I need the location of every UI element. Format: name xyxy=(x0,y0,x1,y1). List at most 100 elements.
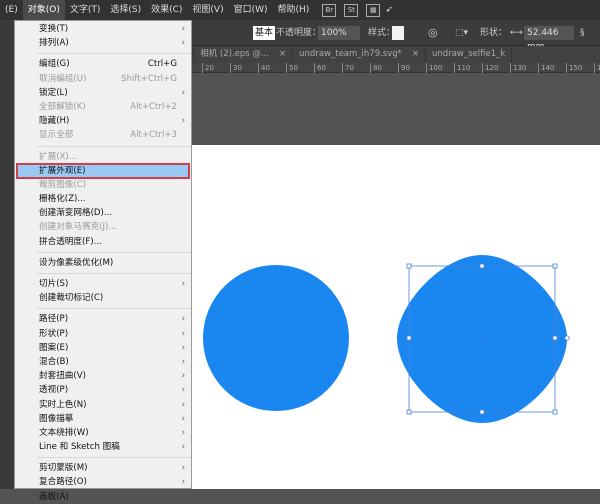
menu-5[interactable]: 视图(V) xyxy=(187,0,228,20)
menu-item[interactable]: 切片(S) › xyxy=(15,277,191,291)
menu-item-label: 创建渐变网格(D)... xyxy=(39,208,113,219)
menu-3[interactable]: 选择(S) xyxy=(105,0,146,20)
menu-7[interactable]: 帮助(H) xyxy=(273,0,315,20)
menu-6[interactable]: 窗口(W) xyxy=(229,0,273,20)
menu-item[interactable]: 栅格化(Z)... xyxy=(15,192,191,206)
menu-2[interactable]: 文字(T) xyxy=(65,0,106,20)
document-tab[interactable]: undraw_team_ih79.svg* × xyxy=(293,46,427,63)
menu-1[interactable]: 对象(O) xyxy=(22,0,65,20)
menu-item-label: 路径(P) xyxy=(39,314,69,325)
menu-item[interactable]: 路径(P) › xyxy=(15,312,191,326)
menu-item[interactable]: 图像描摹 › xyxy=(15,412,191,426)
menu-4[interactable]: 效果(C) xyxy=(146,0,187,20)
menu-item[interactable]: 创建渐变网格(D)... xyxy=(15,206,191,220)
document-tab[interactable]: undraw_selfie1_k xyxy=(426,46,513,63)
ruler-tick: 120 xyxy=(482,63,498,73)
chevron-right-icon: › xyxy=(181,87,185,98)
artboard[interactable] xyxy=(192,145,600,489)
send-icon[interactable]: ➶ xyxy=(380,0,398,20)
app-icon-2[interactable]: ▦ xyxy=(366,3,381,17)
menu-0[interactable]: (E) xyxy=(0,0,23,20)
menu-item[interactable]: 封套扭曲(V) › xyxy=(15,369,191,383)
menu-item[interactable]: 裁剪图像(C) xyxy=(15,178,191,192)
menu-item-label: 拼合透明度(F)... xyxy=(39,236,102,247)
menu-item[interactable]: 锁定(L) › xyxy=(15,86,191,100)
circle-shape[interactable] xyxy=(203,265,349,411)
app-icon-0[interactable]: Br xyxy=(322,3,337,17)
menu-item[interactable]: 排列(A) › xyxy=(15,36,191,50)
menu-item[interactable]: 隐藏(H) › xyxy=(15,114,191,128)
ruler-tick: 150 xyxy=(566,63,582,73)
close-icon[interactable]: × xyxy=(412,49,419,59)
menu-item[interactable]: 编组(G) Ctrl+G xyxy=(15,57,191,71)
ruler-tick: 160 xyxy=(594,63,600,73)
menu-item-label: 裁剪图像(C) xyxy=(39,179,87,190)
menu-item[interactable]: 显示全部 Alt+Ctrl+3 xyxy=(15,128,191,142)
ruler-tick: 60 xyxy=(314,63,326,73)
menu-item[interactable]: 实时上色(N) › xyxy=(15,398,191,412)
stroke-profile[interactable]: 基本 xyxy=(253,26,276,40)
menu-separator xyxy=(37,273,191,274)
document-tab[interactable]: 相机 (2).eps @... × xyxy=(194,46,294,63)
menu-item[interactable]: 形状(P) › xyxy=(15,327,191,341)
chevron-right-icon: › xyxy=(181,427,185,438)
tab-label: 相机 (2).eps @... xyxy=(200,49,270,59)
ruler-tick: 80 xyxy=(370,63,382,73)
recolor-icon[interactable]: ◎ xyxy=(428,26,438,40)
menu-item-shortcut: Alt+Ctrl+3 xyxy=(130,130,177,141)
menu-item[interactable]: 拼合透明度(F)... xyxy=(15,235,191,249)
menu-item[interactable]: 变换(T) › xyxy=(15,22,191,36)
menu-item-label: 变换(T) xyxy=(39,24,69,34)
menu-separator xyxy=(37,145,191,147)
opacity-input[interactable]: 100% xyxy=(318,26,360,40)
style-swatch[interactable] xyxy=(392,26,404,40)
menu-item-label: 文本绕排(W) xyxy=(39,427,89,438)
chevron-right-icon: › xyxy=(181,463,185,474)
menu-separator xyxy=(37,53,191,55)
object-menu-dropdown: 变换(T) › 排列(A) › 编组(G) Ctrl+G 取消编组(U) Shift+Ctrl… xyxy=(14,20,192,502)
chevron-right-icon: › xyxy=(181,356,185,367)
canvas-shapes xyxy=(203,255,570,423)
menu-separator xyxy=(37,457,191,459)
menu-item-label: 切片(S) xyxy=(39,279,69,289)
width-input[interactable]: 52.446 mm xyxy=(524,26,574,52)
align-icon[interactable]: ⬚▾ xyxy=(455,26,468,40)
close-icon[interactable]: × xyxy=(279,49,286,59)
menu-item-label: 排列(A) xyxy=(39,38,69,49)
menu-item[interactable]: 创建裁切标记(C) xyxy=(15,291,191,305)
menu-item[interactable]: 文本绕排(W) › xyxy=(15,426,191,440)
menu-item-label: 图案(E) xyxy=(39,342,69,353)
menu-item-label: 实时上色(N) xyxy=(39,399,87,410)
menu-item[interactable]: Line 和 Sketch 图稿 › xyxy=(15,440,191,454)
menu-item[interactable]: 复合路径(O) › xyxy=(15,475,191,489)
menu-item-shortcut: Alt+Ctrl+2 xyxy=(130,101,177,112)
menu-item[interactable]: 取消编组(U) Shift+Ctrl+G xyxy=(15,72,191,86)
ruler-tick: 90 xyxy=(398,63,410,73)
ruler-tick: 130 xyxy=(510,63,526,73)
menu-item[interactable]: 创建对象马赛克(J)... xyxy=(15,220,191,234)
menu-item[interactable]: 混合(B) › xyxy=(15,355,191,369)
menu-item[interactable]: 设为像素级优化(M) xyxy=(15,256,191,270)
chevron-right-icon: › xyxy=(181,385,185,396)
chevron-right-icon: › xyxy=(181,38,185,49)
menu-item[interactable]: 画板(A) › xyxy=(15,490,191,504)
app-icon-1[interactable]: St xyxy=(344,3,359,17)
menu-item[interactable]: 全部解锁(K) Alt+Ctrl+2 xyxy=(15,100,191,114)
menu-item[interactable]: 透视(P) › xyxy=(15,383,191,397)
menu-item[interactable]: 扩展(X)... xyxy=(15,150,191,164)
ruler-tick: 140 xyxy=(538,63,554,73)
style-label: 样式： xyxy=(368,28,396,38)
menu-item[interactable]: 扩展外观(E) xyxy=(16,162,190,179)
menu-item[interactable]: 剪切蒙版(M) › xyxy=(15,461,191,475)
link-icon[interactable]: § xyxy=(580,26,585,40)
chevron-right-icon: › xyxy=(181,314,185,325)
chevron-right-icon: › xyxy=(181,279,185,289)
menu-item-label: 透视(P) xyxy=(39,385,69,396)
menu-item[interactable]: 图案(E) › xyxy=(15,341,191,355)
chevron-right-icon: › xyxy=(181,24,185,34)
chevron-right-icon: › xyxy=(181,399,185,410)
menu-item-label: 封套扭曲(V) xyxy=(39,371,86,382)
ruler-tick: 110 xyxy=(454,63,470,73)
chevron-right-icon: › xyxy=(181,371,185,382)
menu-item-label: 显示全部 xyxy=(39,130,74,141)
